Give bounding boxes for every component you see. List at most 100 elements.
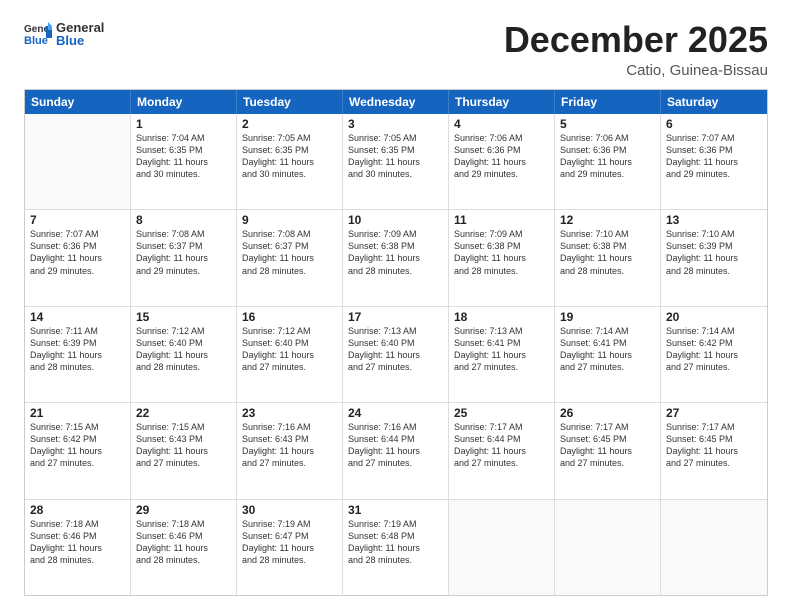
daylight-text: Daylight: 11 hours	[30, 445, 125, 457]
day-number: 16	[242, 310, 337, 324]
day-number: 29	[136, 503, 231, 517]
daylight-text: Daylight: 11 hours	[136, 156, 231, 168]
weekday-header: Sunday	[25, 90, 131, 114]
calendar-row: 28Sunrise: 7:18 AMSunset: 6:46 PMDayligh…	[25, 499, 767, 595]
sunrise-text: Sunrise: 7:08 AM	[242, 228, 337, 240]
sunset-text: Sunset: 6:36 PM	[560, 144, 655, 156]
daylight-text: Daylight: 11 hours	[666, 445, 762, 457]
sunset-text: Sunset: 6:46 PM	[136, 530, 231, 542]
calendar-cell	[555, 500, 661, 595]
sunset-text: Sunset: 6:45 PM	[560, 433, 655, 445]
day-number: 24	[348, 406, 443, 420]
daylight-text: Daylight: 11 hours	[348, 349, 443, 361]
daylight-text: Daylight: 11 hours	[454, 349, 549, 361]
sunrise-text: Sunrise: 7:04 AM	[136, 132, 231, 144]
daylight-text-2: and 29 minutes.	[560, 168, 655, 180]
sunset-text: Sunset: 6:41 PM	[560, 337, 655, 349]
calendar-cell: 28Sunrise: 7:18 AMSunset: 6:46 PMDayligh…	[25, 500, 131, 595]
daylight-text-2: and 28 minutes.	[242, 265, 337, 277]
day-number: 15	[136, 310, 231, 324]
calendar-cell: 8Sunrise: 7:08 AMSunset: 6:37 PMDaylight…	[131, 210, 237, 305]
calendar-row: 7Sunrise: 7:07 AMSunset: 6:36 PMDaylight…	[25, 209, 767, 305]
calendar-cell: 14Sunrise: 7:11 AMSunset: 6:39 PMDayligh…	[25, 307, 131, 402]
sunrise-text: Sunrise: 7:13 AM	[348, 325, 443, 337]
location: Catio, Guinea-Bissau	[504, 62, 768, 79]
daylight-text-2: and 27 minutes.	[454, 361, 549, 373]
sunset-text: Sunset: 6:35 PM	[348, 144, 443, 156]
sunset-text: Sunset: 6:46 PM	[30, 530, 125, 542]
day-number: 9	[242, 213, 337, 227]
sunset-text: Sunset: 6:40 PM	[242, 337, 337, 349]
calendar-cell: 20Sunrise: 7:14 AMSunset: 6:42 PMDayligh…	[661, 307, 767, 402]
daylight-text-2: and 29 minutes.	[454, 168, 549, 180]
daylight-text: Daylight: 11 hours	[242, 349, 337, 361]
sunset-text: Sunset: 6:37 PM	[242, 240, 337, 252]
sunrise-text: Sunrise: 7:07 AM	[666, 132, 762, 144]
daylight-text-2: and 27 minutes.	[136, 457, 231, 469]
calendar-cell: 31Sunrise: 7:19 AMSunset: 6:48 PMDayligh…	[343, 500, 449, 595]
calendar-cell: 24Sunrise: 7:16 AMSunset: 6:44 PMDayligh…	[343, 403, 449, 498]
calendar-cell: 21Sunrise: 7:15 AMSunset: 6:42 PMDayligh…	[25, 403, 131, 498]
day-number: 11	[454, 213, 549, 227]
daylight-text-2: and 27 minutes.	[30, 457, 125, 469]
daylight-text-2: and 27 minutes.	[348, 361, 443, 373]
daylight-text: Daylight: 11 hours	[30, 252, 125, 264]
month-title: December 2025	[504, 20, 768, 60]
calendar-cell: 6Sunrise: 7:07 AMSunset: 6:36 PMDaylight…	[661, 114, 767, 209]
calendar-cell: 5Sunrise: 7:06 AMSunset: 6:36 PMDaylight…	[555, 114, 661, 209]
daylight-text: Daylight: 11 hours	[454, 252, 549, 264]
calendar-cell: 13Sunrise: 7:10 AMSunset: 6:39 PMDayligh…	[661, 210, 767, 305]
calendar-cell	[449, 500, 555, 595]
daylight-text-2: and 28 minutes.	[560, 265, 655, 277]
sunset-text: Sunset: 6:36 PM	[666, 144, 762, 156]
daylight-text: Daylight: 11 hours	[666, 349, 762, 361]
calendar-cell	[661, 500, 767, 595]
day-number: 3	[348, 117, 443, 131]
daylight-text-2: and 28 minutes.	[136, 361, 231, 373]
sunrise-text: Sunrise: 7:05 AM	[348, 132, 443, 144]
sunset-text: Sunset: 6:44 PM	[348, 433, 443, 445]
sunset-text: Sunset: 6:36 PM	[454, 144, 549, 156]
svg-text:Blue: Blue	[24, 35, 48, 47]
calendar-cell: 17Sunrise: 7:13 AMSunset: 6:40 PMDayligh…	[343, 307, 449, 402]
sunset-text: Sunset: 6:36 PM	[30, 240, 125, 252]
calendar-row: 21Sunrise: 7:15 AMSunset: 6:42 PMDayligh…	[25, 402, 767, 498]
sunrise-text: Sunrise: 7:15 AM	[136, 421, 231, 433]
daylight-text-2: and 27 minutes.	[666, 457, 762, 469]
sunrise-text: Sunrise: 7:16 AM	[242, 421, 337, 433]
sunrise-text: Sunrise: 7:18 AM	[136, 518, 231, 530]
day-number: 28	[30, 503, 125, 517]
weekday-header: Tuesday	[237, 90, 343, 114]
calendar-cell: 2Sunrise: 7:05 AMSunset: 6:35 PMDaylight…	[237, 114, 343, 209]
daylight-text: Daylight: 11 hours	[136, 349, 231, 361]
calendar-row: 14Sunrise: 7:11 AMSunset: 6:39 PMDayligh…	[25, 306, 767, 402]
daylight-text-2: and 28 minutes.	[242, 554, 337, 566]
weekday-header: Thursday	[449, 90, 555, 114]
sunrise-text: Sunrise: 7:11 AM	[30, 325, 125, 337]
day-number: 23	[242, 406, 337, 420]
sunrise-text: Sunrise: 7:17 AM	[560, 421, 655, 433]
sunrise-text: Sunrise: 7:17 AM	[454, 421, 549, 433]
daylight-text-2: and 27 minutes.	[666, 361, 762, 373]
daylight-text: Daylight: 11 hours	[242, 156, 337, 168]
calendar: SundayMondayTuesdayWednesdayThursdayFrid…	[24, 89, 768, 596]
daylight-text: Daylight: 11 hours	[348, 445, 443, 457]
calendar-cell: 27Sunrise: 7:17 AMSunset: 6:45 PMDayligh…	[661, 403, 767, 498]
calendar-cell: 10Sunrise: 7:09 AMSunset: 6:38 PMDayligh…	[343, 210, 449, 305]
calendar-cell: 19Sunrise: 7:14 AMSunset: 6:41 PMDayligh…	[555, 307, 661, 402]
day-number: 31	[348, 503, 443, 517]
sunset-text: Sunset: 6:44 PM	[454, 433, 549, 445]
logo: General Blue General Blue	[24, 20, 104, 48]
sunset-text: Sunset: 6:38 PM	[454, 240, 549, 252]
day-number: 2	[242, 117, 337, 131]
daylight-text: Daylight: 11 hours	[136, 445, 231, 457]
sunset-text: Sunset: 6:47 PM	[242, 530, 337, 542]
sunset-text: Sunset: 6:35 PM	[136, 144, 231, 156]
calendar-cell	[25, 114, 131, 209]
daylight-text: Daylight: 11 hours	[30, 542, 125, 554]
weekday-header: Saturday	[661, 90, 767, 114]
sunrise-text: Sunrise: 7:14 AM	[560, 325, 655, 337]
day-number: 14	[30, 310, 125, 324]
day-number: 30	[242, 503, 337, 517]
daylight-text: Daylight: 11 hours	[242, 252, 337, 264]
